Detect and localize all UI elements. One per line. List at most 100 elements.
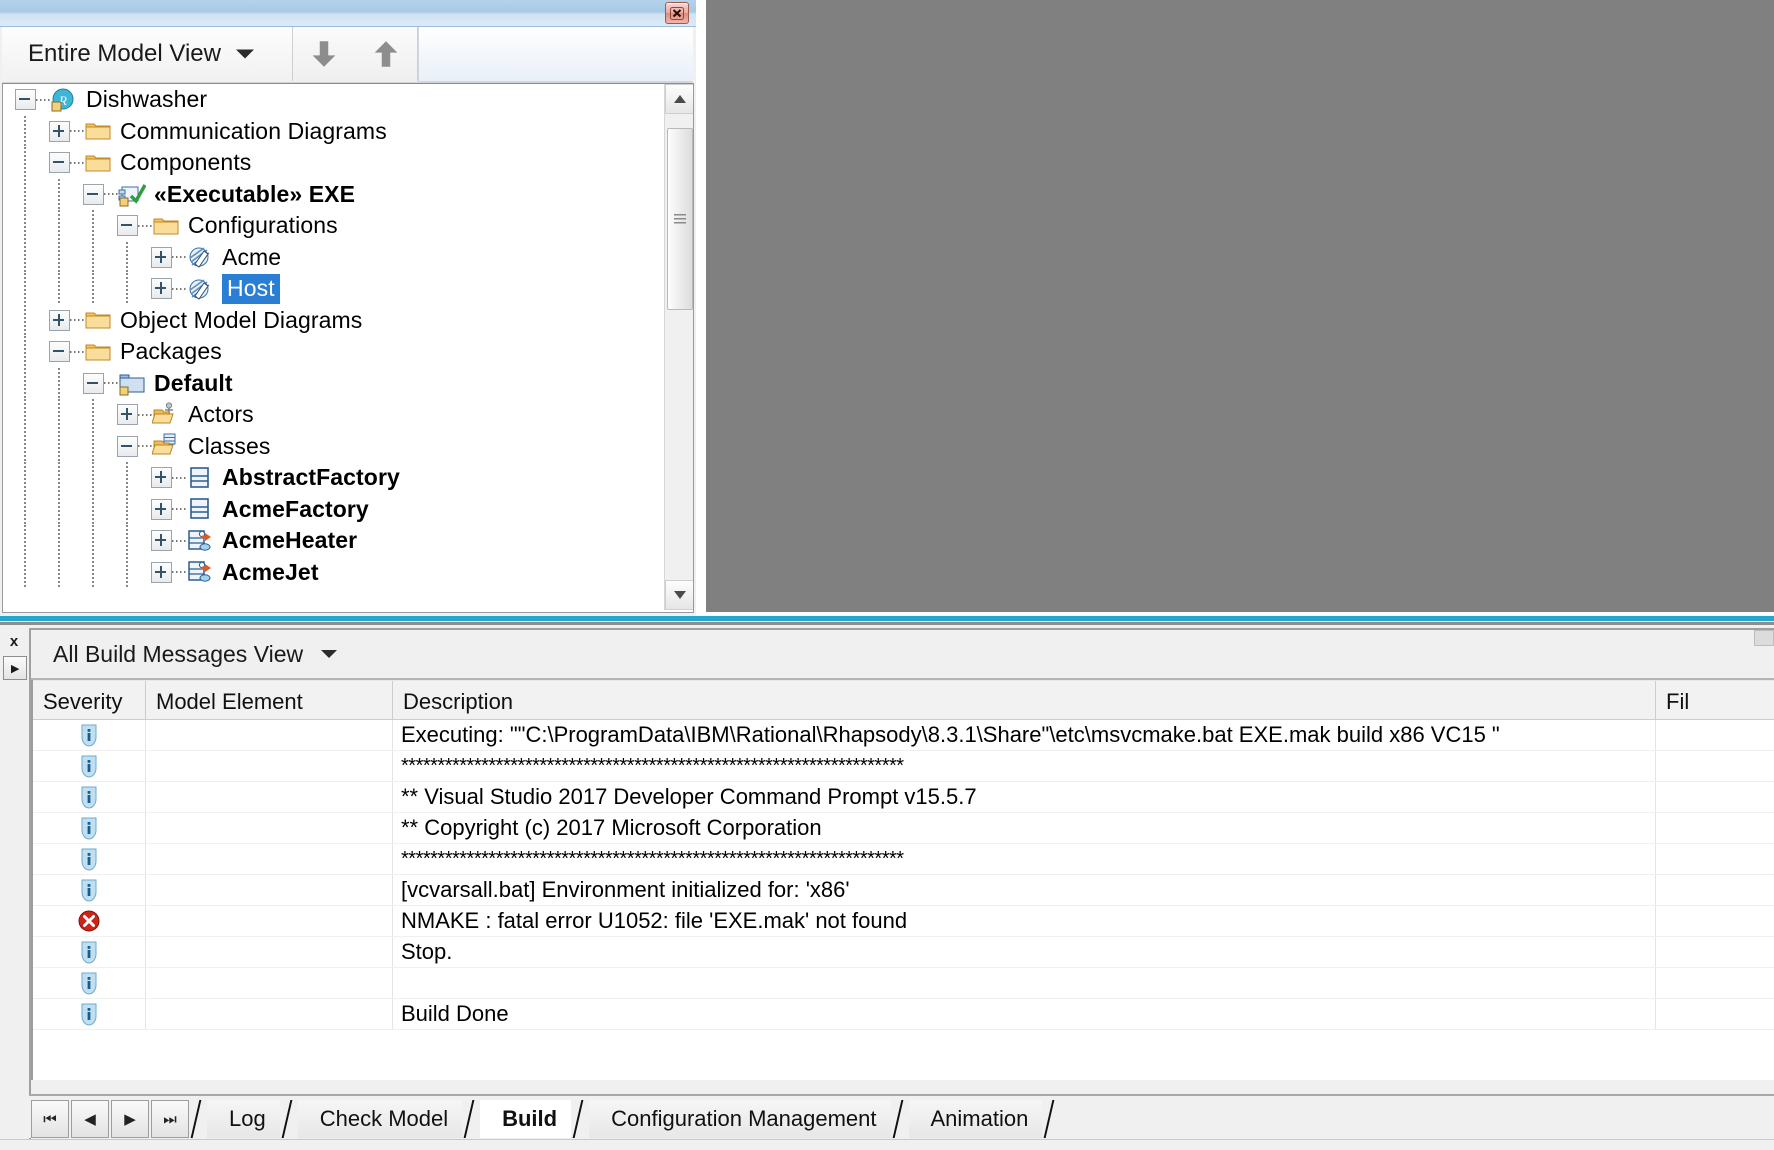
collapse-icon[interactable] — [83, 183, 104, 205]
tab-build[interactable]: Build — [480, 1100, 572, 1138]
model-tree[interactable]: R Dishwasher Communication Diagrams Compone… — [3, 84, 663, 610]
tree-item-actors[interactable]: Actors — [3, 399, 663, 431]
cell-model-element — [146, 751, 393, 781]
column-header-model-element[interactable]: Model Element — [146, 681, 393, 719]
tree-connector — [138, 224, 152, 227]
column-header-description[interactable]: Description — [393, 681, 1656, 719]
collapse-icon[interactable] — [49, 152, 70, 174]
move-up-button[interactable] — [369, 37, 403, 71]
tree-vertical-scrollbar[interactable] — [664, 84, 693, 610]
tree-item-acmeheater[interactable]: AcmeHeater — [3, 525, 663, 557]
table-row[interactable]: Build Done — [33, 999, 1774, 1030]
collapse-icon[interactable] — [83, 372, 104, 394]
output-expand-icon[interactable]: ▸ — [3, 656, 27, 680]
expand-icon[interactable] — [117, 404, 138, 426]
tab-nav-prev-icon[interactable]: ◀ — [71, 1100, 109, 1138]
tree-guide-line — [58, 273, 60, 305]
tree-item-default[interactable]: Default — [3, 367, 663, 399]
app-root: Entire Model View R Dishwasher Communicati — [0, 0, 1774, 1150]
folder-icon — [85, 344, 111, 361]
configuration-icon — [189, 247, 210, 268]
table-row[interactable]: NMAKE : fatal error U1052: file 'EXE.mak… — [33, 906, 1774, 937]
tree-guide-line — [24, 210, 26, 242]
cell-description: ** Copyright (c) 2017 Microsoft Corporat… — [393, 813, 1656, 843]
tab-animation[interactable]: Animation — [908, 1100, 1043, 1138]
move-down-button[interactable] — [307, 37, 341, 71]
tab-check-model[interactable]: Check Model — [297, 1100, 463, 1138]
tree-item-executable-exe[interactable]: «Executable» EXE — [3, 178, 663, 210]
tab-nav-first-icon[interactable]: ⏮ — [31, 1100, 69, 1138]
expand-icon[interactable] — [151, 498, 172, 520]
table-row[interactable]: ****************************************… — [33, 751, 1774, 782]
tree-item-label: AcmeHeater — [222, 527, 358, 554]
tree-item-packages[interactable]: Packages — [3, 336, 663, 368]
model-browser-window: Entire Model View R Dishwasher Communicati — [0, 0, 696, 616]
tab-nav-last-icon[interactable]: ⏭ — [151, 1100, 189, 1138]
tree-guide-line — [24, 178, 26, 210]
collapse-icon[interactable] — [117, 435, 138, 457]
message-text: ****************************************… — [401, 847, 904, 870]
tree-item-label: AcmeFactory — [222, 495, 369, 522]
browser-filter-input[interactable] — [418, 27, 693, 82]
column-header-severity[interactable]: Severity — [33, 681, 146, 719]
tree-item-host[interactable]: Host — [3, 273, 663, 305]
table-row[interactable] — [33, 968, 1774, 999]
table-row[interactable]: [vcvarsall.bat] Environment initialized … — [33, 875, 1774, 906]
table-row[interactable]: ** Copyright (c) 2017 Microsoft Corporat… — [33, 813, 1774, 844]
expand-icon[interactable] — [151, 278, 172, 300]
message-text: NMAKE : fatal error U1052: file 'EXE.mak… — [401, 908, 908, 933]
info-icon — [81, 1003, 97, 1026]
tree-guide-line — [24, 430, 26, 462]
tree-guide-line — [58, 525, 60, 557]
tab-nav-next-icon[interactable]: ▶ — [111, 1100, 149, 1138]
expand-icon[interactable] — [151, 530, 172, 552]
cell-file — [1656, 844, 1774, 874]
tree-connector — [104, 193, 118, 196]
message-text: ** Copyright (c) 2017 Microsoft Corporat… — [401, 815, 822, 840]
expand-icon[interactable] — [49, 309, 70, 331]
horizontal-scroll-corner[interactable] — [1754, 630, 1774, 646]
expand-icon[interactable] — [151, 467, 172, 489]
build-view-selector[interactable]: All Build Messages View — [31, 641, 338, 668]
close-icon[interactable] — [665, 2, 689, 24]
tree-guide-line — [24, 556, 26, 588]
tab-log[interactable]: Log — [207, 1100, 280, 1138]
tree-guide-line — [24, 399, 26, 431]
tree-item-abstractfactory[interactable]: AbstractFactory — [3, 462, 663, 494]
tree-item-dishwasher[interactable]: R Dishwasher — [3, 84, 663, 116]
tree-item-classes[interactable]: Classes — [3, 430, 663, 462]
scroll-down-button[interactable] — [665, 580, 693, 610]
tree-item-configurations[interactable]: Configurations — [3, 210, 663, 242]
diagram-editor-canvas[interactable] — [700, 0, 1774, 612]
build-messages-grid[interactable]: Severity Model Element Description Fil E… — [31, 680, 1774, 1080]
tab-separator — [462, 1100, 478, 1138]
collapse-icon[interactable] — [117, 215, 138, 237]
table-row[interactable]: Stop. — [33, 937, 1774, 968]
tree-item-acme[interactable]: Acme — [3, 241, 663, 273]
expand-icon[interactable] — [151, 561, 172, 583]
expand-icon[interactable] — [49, 120, 70, 142]
info-icon — [81, 786, 97, 809]
column-header-file[interactable]: Fil — [1656, 681, 1774, 719]
tree-guide-line — [58, 493, 60, 525]
view-selector-dropdown[interactable]: Entire Model View — [2, 27, 293, 81]
table-row[interactable]: ** Visual Studio 2017 Developer Command … — [33, 782, 1774, 813]
collapse-icon[interactable] — [49, 341, 70, 363]
tree-item-communication-diagrams[interactable]: Communication Diagrams — [3, 115, 663, 147]
table-row[interactable]: ****************************************… — [33, 844, 1774, 875]
output-close-icon[interactable]: x — [3, 630, 25, 652]
scrollbar-thumb[interactable] — [667, 128, 693, 310]
tab-configuration-management[interactable]: Configuration Management — [589, 1100, 891, 1138]
tree-item-acmejet[interactable]: AcmeJet — [3, 556, 663, 588]
scroll-up-button[interactable] — [665, 84, 693, 114]
output-toolbar: All Build Messages View — [31, 630, 1774, 680]
tree-item-object-model-diagrams[interactable]: Object Model Diagrams — [3, 304, 663, 336]
table-row[interactable]: Executing: ""C:\ProgramData\IBM\Rational… — [33, 720, 1774, 751]
cell-file — [1656, 720, 1774, 750]
cell-description: Stop. — [393, 937, 1656, 967]
tree-item-components[interactable]: Components — [3, 147, 663, 179]
collapse-icon[interactable] — [15, 89, 36, 111]
expand-icon[interactable] — [151, 246, 172, 268]
tree-item-acmefactory[interactable]: AcmeFactory — [3, 493, 663, 525]
